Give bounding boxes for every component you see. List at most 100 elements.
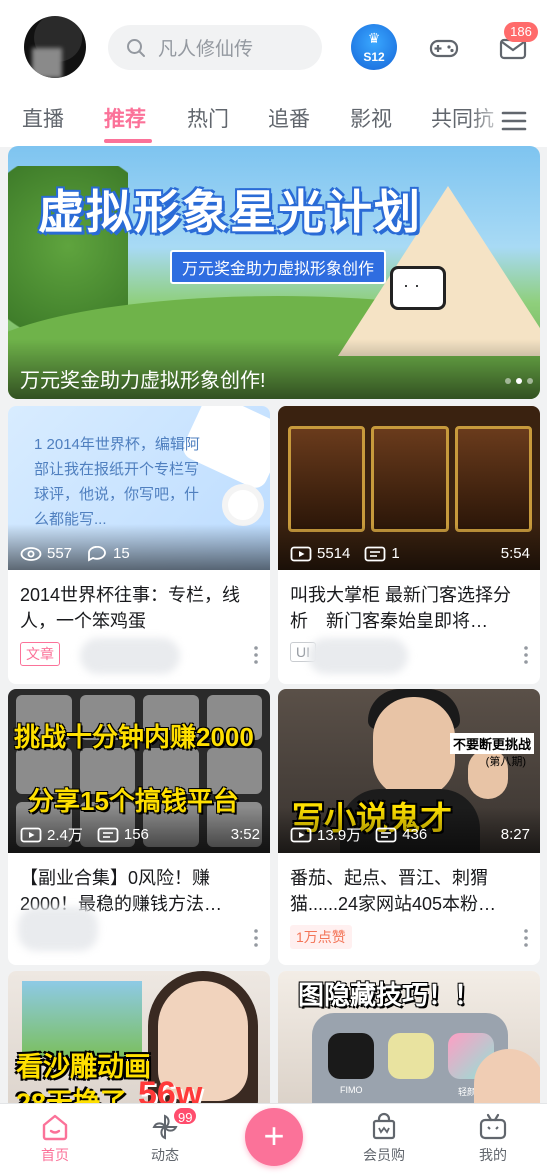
hero-card-art [288,426,366,532]
carousel-dots [505,378,533,384]
duration: 3:52 [230,826,260,843]
hero-card-art [454,426,532,532]
article-preview-text: 1 2014年世界杯，编辑阿部让我在报纸开个专栏写球评，他说，你写吧，什么都能写… [34,436,200,528]
play-icon [290,827,312,842]
channel-tabs: 直播 推荐 热门 追番 影视 共同抗 [0,95,547,147]
bilibili-tv-mascot-icon [390,266,446,310]
banner-subtitle: 万元奖金助力虚拟形象创作 [170,250,387,284]
thumb-headline: 看沙雕动画 [16,1052,151,1082]
carousel-dot [505,378,511,384]
card-title: 2014世界杯往事：专栏，线人，一个笨鸡蛋 [20,585,241,631]
thumb-side-sublabel: (第八期) [485,756,526,768]
view-count: 557 [47,545,73,562]
danmaku-count: 156 [123,826,149,843]
card-stats: 557 15 [20,545,260,562]
more-icon[interactable] [524,646,528,664]
gamepad-icon [429,39,459,58]
tv-icon [479,1113,507,1140]
card-stats: 2.4万 156 3:52 [20,824,260,845]
play-count: 13.9万 [317,827,362,844]
carousel-dot [527,378,533,384]
app-icon [388,1033,434,1079]
app-label: FIMO [340,1085,363,1095]
more-icon[interactable] [254,929,258,947]
top-header: 凡人修仙传 ♛ S12 186 [0,0,547,95]
feed-card[interactable]: 挑战十分钟内赚2000 分享15个搞钱平台 2.4万 156 3:52 【副业合… [8,689,270,965]
tab-movies[interactable]: 影视 [350,103,392,133]
card-footer: 1万点赞 [278,917,540,959]
card-stats: 13.9万 436 8:27 [290,824,530,845]
play-count: 5514 [317,545,351,562]
person-art [373,697,455,797]
duration: 8:27 [500,826,530,843]
shopping-bag-icon [372,1112,396,1140]
nav-home[interactable]: 首页 [20,1110,90,1165]
card-footer: 文章 [8,634,270,676]
card-stats: 5514 1 5:54 [290,545,530,562]
card-thumbnail: 不要断更挑战 (第八期) 写小说鬼才 13.9万 436 8:27 [278,689,540,853]
nav-dynamic-label: 动态 [151,1147,179,1163]
thumb-headline: 挑战十分钟内赚2000 [14,722,254,752]
danmaku-count: 1 [391,545,400,562]
search-placeholder: 凡人修仙传 [158,39,254,60]
comment-count: 15 [113,545,130,562]
feed-card[interactable]: 不要断更挑战 (第八期) 写小说鬼才 13.9万 436 8:27 番茄、起点、… [278,689,540,965]
tab-live[interactable]: 直播 [22,103,64,133]
tab-hot[interactable]: 热门 [187,103,229,133]
danmaku-icon [375,827,397,842]
more-icon[interactable] [254,646,258,664]
card-footer: UI [278,634,540,676]
tab-recommend[interactable]: 推荐 [104,103,146,133]
menu-icon[interactable] [501,109,527,133]
play-icon [20,827,42,842]
card-thumbnail: 挑战十分钟内赚2000 分享15个搞钱平台 2.4万 156 3:52 [8,689,270,853]
blurred-author [18,907,98,951]
nav-mine[interactable]: 我的 [458,1110,528,1165]
search-bar[interactable]: 凡人修仙传 [108,25,322,70]
danmaku-icon [97,827,119,842]
dynamic-count-badge: 99 [172,1106,199,1126]
game-event-badge[interactable]: ♛ S12 [351,24,397,70]
danmaku-icon [364,546,386,561]
feed-card[interactable]: 5514 1 5:54 叫我大掌柜 最新门客选择分析 新门客秦始皇即将… UI [278,406,540,684]
publish-button[interactable]: + [245,1108,303,1166]
app-icon [328,1033,374,1079]
banner-caption: 万元奖金助力虚拟形象创作! [20,370,266,392]
feed-card[interactable]: 1 2014年世界杯，编辑阿部让我在报纸开个专栏写球评，他说，你写吧，什么都能写… [8,406,270,684]
danmaku-count: 436 [402,826,428,843]
home-icon [42,1114,68,1141]
eye-icon [20,546,42,561]
nav-home-label: 首页 [41,1147,69,1163]
play-icon [290,546,312,561]
more-icon[interactable] [524,929,528,947]
card-footer [8,907,270,959]
blurred-author [80,638,180,674]
banner-title: 虚拟形象星光计划 [38,186,422,238]
tab-anime[interactable]: 追番 [268,103,310,133]
play-count: 2.4万 [47,827,83,844]
promo-banner[interactable]: 虚拟形象星光计划 万元奖金助力虚拟形象创作 万元奖金助力虚拟形象创作! [8,146,540,399]
thumb-headline: 图隐藏技巧！！ [298,980,481,1010]
mail-count-badge: 186 [504,22,538,42]
game-center-button[interactable] [426,30,462,66]
plus-icon: + [263,1115,285,1156]
nav-mine-label: 我的 [479,1147,507,1163]
likes-badge: 1万点赞 [290,925,352,949]
trophy-icon: ♛ [367,30,381,46]
game-badge-label: S12 [363,50,385,64]
card-title: 番茄、起点、晋江、刺猬猫......24家网站405本粉… [290,868,497,914]
thumb-side-label: 不要断更挑战 [449,733,534,754]
home-page: 凡人修仙传 ♛ S12 186 直播 推荐 热门 追番 影视 共同抗 虚拟形象星… [0,0,547,1175]
active-tab-indicator [104,139,152,143]
cup-art [222,484,264,526]
nav-shop[interactable]: 会员购 [349,1110,419,1165]
duration: 5:54 [500,545,530,562]
avatar[interactable] [24,16,86,78]
carousel-dot-active [516,378,522,384]
card-title: 叫我大掌柜 最新门客选择分析 新门客秦始皇即将… [290,585,511,631]
card-thumbnail: 5514 1 5:54 [278,406,540,570]
nav-shop-label: 会员购 [363,1147,405,1163]
card-thumbnail: 1 2014年世界杯，编辑阿部让我在报纸开个专栏写球评，他说，你写吧，什么都能写… [8,406,270,570]
comment-icon [88,545,106,561]
article-tag: 文章 [20,642,60,666]
